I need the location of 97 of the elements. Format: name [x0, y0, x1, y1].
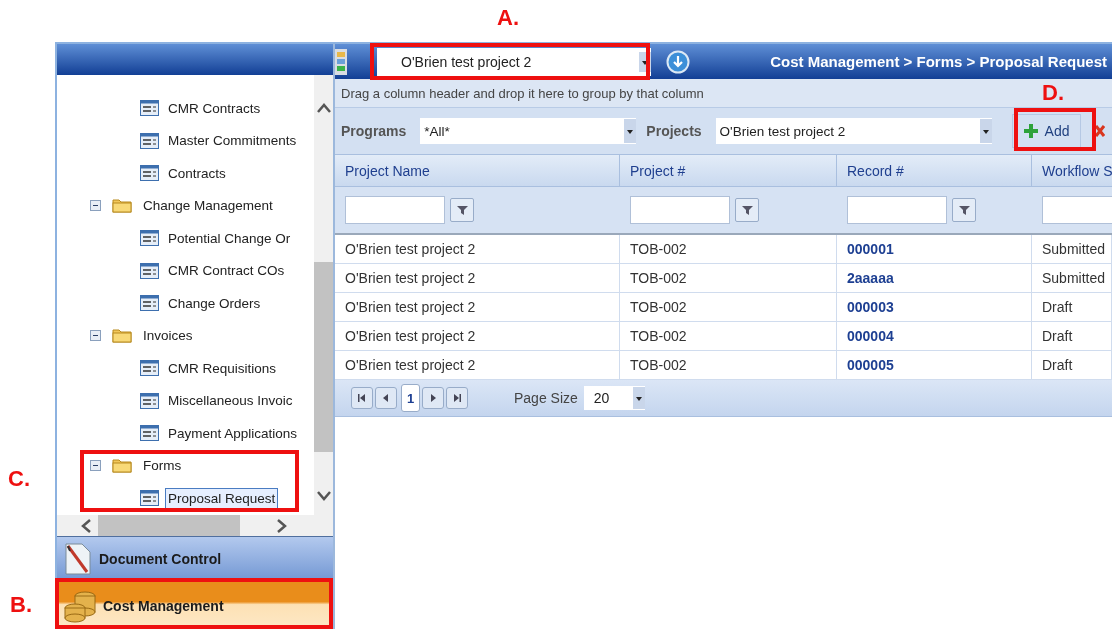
funnel-icon — [958, 204, 970, 216]
breadcrumb: Cost Management > Forms > Proposal Request — [770, 53, 1107, 70]
collapse-toggle[interactable] — [90, 200, 101, 212]
form-icon — [140, 360, 159, 377]
folder-icon — [112, 328, 132, 344]
nav-section-button[interactable]: Document Control — [57, 536, 333, 581]
filter-label: Projects — [646, 123, 702, 139]
column-filter-input[interactable] — [1042, 196, 1112, 224]
tree-item[interactable]: Master Commitments — [165, 130, 300, 152]
table-cell: O'Brien test project 2 — [335, 293, 620, 321]
callout-label: D. — [1042, 80, 1064, 106]
tree-item[interactable]: Proposal Request — [165, 487, 279, 509]
column-header[interactable]: Record # — [837, 155, 1032, 186]
filter-select[interactable]: O'Brien test project 2 — [715, 118, 992, 144]
delete-icon[interactable] — [1094, 124, 1105, 138]
column-header[interactable]: Workflow S — [1032, 155, 1112, 186]
first-page-icon — [357, 393, 367, 403]
tree-item[interactable]: CMR Requisitions — [165, 357, 280, 379]
table-cell: Draft — [1032, 293, 1112, 321]
table-cell: O'Brien test project 2 — [335, 264, 620, 292]
horizontal-scrollbar[interactable] — [57, 515, 333, 536]
previous-page-button[interactable] — [375, 387, 397, 409]
table-cell: Submitted — [1032, 235, 1112, 263]
project-select[interactable]: O'Brien test project 2 — [377, 47, 651, 76]
table-cell: TOB-002 — [620, 322, 837, 350]
scroll-left-icon[interactable] — [80, 517, 92, 534]
tree-item[interactable]: Contracts — [165, 162, 229, 184]
table-cell: TOB-002 — [620, 293, 837, 321]
next-page-icon — [428, 393, 438, 403]
collapse-toggle[interactable] — [90, 330, 101, 342]
table-cell: Draft — [1032, 322, 1112, 350]
funnel-icon — [456, 204, 468, 216]
table-cell: O'Brien test project 2 — [335, 322, 620, 350]
folder-icon — [112, 198, 132, 214]
form-icon — [140, 392, 159, 409]
previous-page-icon — [381, 393, 391, 403]
callout-label: A. — [497, 5, 519, 31]
tree-item[interactable]: Potential Change Or — [165, 227, 294, 249]
tree-folder[interactable]: Invoices — [140, 325, 196, 347]
scroll-up-icon[interactable] — [315, 102, 332, 114]
record-link[interactable]: 000005 — [837, 351, 1032, 379]
callout-label: B. — [10, 592, 32, 618]
column-filter-input[interactable] — [630, 196, 730, 224]
filter-label: Programs — [341, 123, 407, 139]
page-number[interactable]: 1 — [401, 384, 420, 412]
table-cell: TOB-002 — [620, 351, 837, 379]
tree-item[interactable]: Payment Applications — [165, 422, 301, 444]
table-cell: Draft — [1032, 351, 1112, 379]
tree-folder[interactable]: Forms — [140, 455, 185, 477]
form-icon — [140, 132, 159, 149]
filter-button[interactable] — [952, 198, 976, 222]
record-link[interactable]: 000001 — [837, 235, 1032, 263]
funnel-icon — [741, 204, 753, 216]
form-icon — [140, 165, 159, 182]
form-icon — [140, 230, 159, 247]
first-page-button[interactable] — [351, 387, 373, 409]
form-icon — [140, 262, 159, 279]
column-filter-input[interactable] — [345, 196, 445, 224]
page-size-label: Page Size — [514, 390, 578, 406]
plus-icon — [1022, 123, 1039, 139]
add-button[interactable]: Add — [1011, 114, 1081, 148]
download-circle-icon[interactable] — [666, 49, 690, 74]
tree-item[interactable]: CMR Contract COs — [165, 260, 288, 282]
column-header[interactable]: Project Name — [335, 155, 620, 186]
form-icon — [140, 425, 159, 442]
callout-label: C. — [8, 466, 30, 492]
filter-button[interactable] — [735, 198, 759, 222]
record-link[interactable]: 2aaaaa — [837, 264, 1032, 292]
vertical-scrollbar[interactable] — [314, 75, 333, 515]
collapse-toggle[interactable] — [90, 460, 101, 472]
scroll-right-icon[interactable] — [276, 517, 288, 534]
tree-item[interactable]: CMR Contracts — [165, 97, 264, 119]
record-link[interactable]: 000003 — [837, 293, 1032, 321]
last-page-icon — [452, 393, 462, 403]
table-cell: TOB-002 — [620, 235, 837, 263]
column-filter-input[interactable] — [847, 196, 947, 224]
scroll-down-icon[interactable] — [315, 490, 332, 502]
form-icon — [140, 295, 159, 312]
table-cell: Submitted — [1032, 264, 1112, 292]
form-icon — [140, 100, 159, 117]
next-page-button[interactable] — [422, 387, 444, 409]
filter-select[interactable]: *All* — [420, 118, 637, 144]
tree-item[interactable]: Miscellaneous Invoic — [165, 390, 296, 412]
folder-icon — [112, 458, 132, 474]
table-cell: O'Brien test project 2 — [335, 235, 620, 263]
table-cell: TOB-002 — [620, 264, 837, 292]
record-link[interactable]: 000004 — [837, 322, 1032, 350]
page-size-select[interactable]: 20 — [583, 386, 645, 410]
table-cell: O'Brien test project 2 — [335, 351, 620, 379]
tree-item[interactable]: Change Orders — [165, 292, 264, 314]
filter-button[interactable] — [450, 198, 474, 222]
form-icon — [140, 490, 159, 507]
pencil-document-icon — [63, 542, 93, 576]
tree-folder[interactable]: Change Management — [140, 195, 276, 217]
last-page-button[interactable] — [446, 387, 468, 409]
column-header[interactable]: Project # — [620, 155, 837, 186]
grid-icon — [335, 48, 347, 75]
